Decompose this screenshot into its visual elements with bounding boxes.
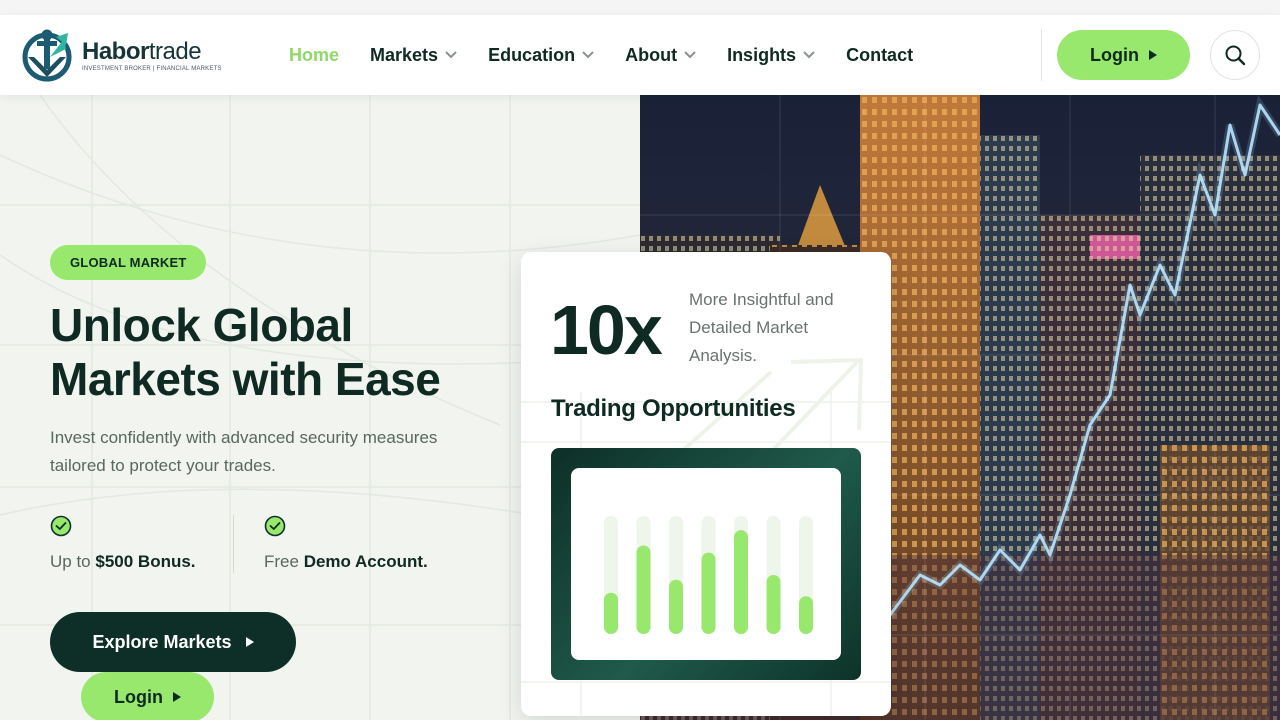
nav-item-markets[interactable]: Markets [370,45,457,66]
check-circle-icon [264,515,286,537]
insight-card: 10x More Insightful and Detailed Market … [521,252,891,716]
bar-chart-frame [551,448,861,680]
chevron-down-icon [445,51,457,59]
site-header: Habortrade INVESTMENT BROKER | FINANCIAL… [0,15,1280,95]
feature-divider [233,515,234,573]
feature-bonus-text: Up to $500 Bonus. [50,552,196,571]
main-nav: Home Markets Education About Insights Co… [289,15,944,95]
feature-bonus: Up to $500 Bonus. [50,515,196,572]
card-description: More Insightful and Detailed Market Anal… [689,290,834,365]
nav-item-education[interactable]: Education [488,45,594,66]
check-circle-icon [50,515,72,537]
logo[interactable]: Habortrade INVESTMENT BROKER | FINANCIAL… [20,27,222,83]
top-strip [0,0,1280,15]
chevron-down-icon [684,51,696,59]
login-button-secondary[interactable]: Login [81,672,214,720]
play-arrow-icon [245,637,254,647]
chevron-down-icon [803,51,815,59]
bar [766,575,781,634]
bar [604,592,618,634]
chevron-down-icon [582,51,594,59]
hero-subtitle: Invest confidently with advanced securit… [50,428,438,475]
search-icon [1225,45,1246,66]
global-market-badge: GLOBAL MARKET [50,245,207,280]
login-button[interactable]: Login [1057,30,1190,80]
nav-item-insights[interactable]: Insights [727,45,815,66]
nav-item-about[interactable]: About [625,45,696,66]
hero-title: Unlock Global Markets with Ease [50,299,441,405]
bar-chart-panel [571,468,841,660]
logo-tagline: INVESTMENT BROKER | FINANCIAL MARKETS [82,65,222,72]
explore-markets-button[interactable]: Explore Markets [50,612,296,672]
bar-chart [604,516,813,634]
bar [669,579,683,634]
play-arrow-icon [1148,50,1157,60]
search-button[interactable] [1210,30,1260,80]
nav-item-home[interactable]: Home [289,45,339,66]
bar [636,545,651,634]
card-heading: Trading Opportunities [551,395,796,422]
header-divider [1041,29,1042,81]
bar [799,596,813,634]
bar [734,530,748,634]
nav-item-contact[interactable]: Contact [846,45,913,66]
feature-demo-text: Free Demo Account. [264,552,428,571]
feature-demo: Free Demo Account. [264,515,428,572]
play-arrow-icon [172,692,181,702]
anchor-logo-icon [22,29,72,82]
bar [701,552,716,634]
card-big-number: 10x [550,291,663,369]
logo-name: Habortrade [82,37,202,65]
